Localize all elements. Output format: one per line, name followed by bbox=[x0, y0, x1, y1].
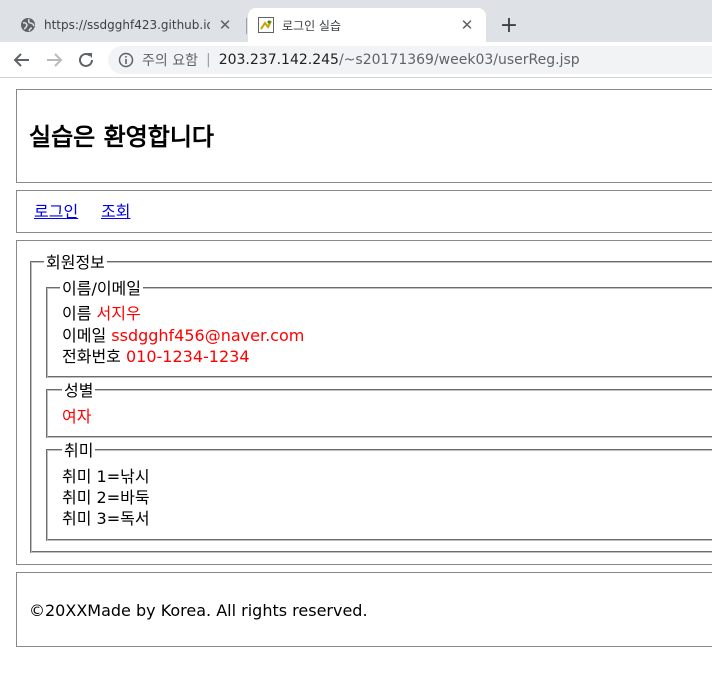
nav-section: 로그인 조회 bbox=[16, 190, 712, 233]
hobby-legend: 취미 bbox=[62, 441, 96, 460]
header-section: 실습은 환영합니다 bbox=[16, 89, 712, 183]
phone-label: 전화번호 bbox=[62, 347, 121, 366]
new-tab-plus-icon[interactable]: + bbox=[496, 12, 522, 38]
name-row: 이름 서지우 bbox=[62, 304, 141, 324]
lookup-link[interactable]: 조회 bbox=[101, 202, 130, 222]
email-label: 이메일 bbox=[62, 326, 107, 345]
url-host: 203.237.142.245 bbox=[218, 52, 339, 68]
info-icon[interactable] bbox=[118, 52, 134, 68]
forward-arrow-icon[interactable] bbox=[42, 48, 66, 72]
member-info-legend: 회원정보 bbox=[44, 253, 107, 272]
page-title: 실습은 환영합니다 bbox=[29, 123, 214, 151]
tab-strip: https://ssdgghf423.github.io/use ✕ 로그인 실… bbox=[0, 0, 712, 42]
copyright-text: ©20XXMade by Korea. All rights reserved. bbox=[29, 601, 368, 620]
tab-title: https://ssdgghf423.github.io/use bbox=[44, 18, 210, 32]
gender-fieldset bbox=[46, 389, 712, 438]
hobby-item: 취미 1=낚시 bbox=[62, 467, 150, 486]
back-arrow-icon[interactable] bbox=[10, 48, 34, 72]
tab-login-practice[interactable]: 로그인 실습 ✕ bbox=[248, 8, 486, 42]
name-value: 서지우 bbox=[96, 304, 141, 323]
url-path: /~s20171369/week03/userReg.jsp bbox=[338, 52, 580, 68]
hobby-item: 취미 2=바둑 bbox=[62, 488, 150, 507]
tab-github[interactable]: https://ssdgghf423.github.io/use ✕ bbox=[8, 8, 244, 42]
footer-section: ©20XXMade by Korea. All rights reserved. bbox=[16, 572, 712, 647]
close-icon[interactable]: ✕ bbox=[458, 16, 476, 34]
email-row: 이메일 ssdgghf456@naver.com bbox=[62, 326, 304, 346]
phone-value: 010-1234-1234 bbox=[125, 347, 250, 366]
security-warning-label: 주의 요함 bbox=[142, 53, 198, 69]
reload-icon[interactable] bbox=[74, 48, 98, 72]
tab-title: 로그인 실습 bbox=[282, 18, 342, 33]
hobby-item: 취미 3=독서 bbox=[62, 509, 150, 528]
name-label: 이름 bbox=[62, 304, 92, 323]
address-divider: | bbox=[205, 52, 211, 68]
address-bar[interactable]: 주의 요함 | 203.237.142.245 /~s20171369/week… bbox=[108, 46, 712, 74]
browser-toolbar: 주의 요함 | 203.237.142.245 /~s20171369/week… bbox=[0, 42, 712, 78]
login-link[interactable]: 로그인 bbox=[34, 202, 78, 222]
email-value: ssdgghf456@naver.com bbox=[111, 326, 305, 345]
gender-value: 여자 bbox=[62, 407, 92, 426]
close-icon[interactable]: ✕ bbox=[216, 16, 234, 34]
globe-icon bbox=[20, 17, 36, 33]
phone-row: 전화번호 010-1234-1234 bbox=[62, 347, 250, 367]
name-email-legend: 이름/이메일 bbox=[60, 279, 143, 298]
gender-legend: 성별 bbox=[62, 381, 96, 400]
tab-divider bbox=[246, 18, 247, 34]
page-favicon-icon bbox=[258, 17, 274, 33]
